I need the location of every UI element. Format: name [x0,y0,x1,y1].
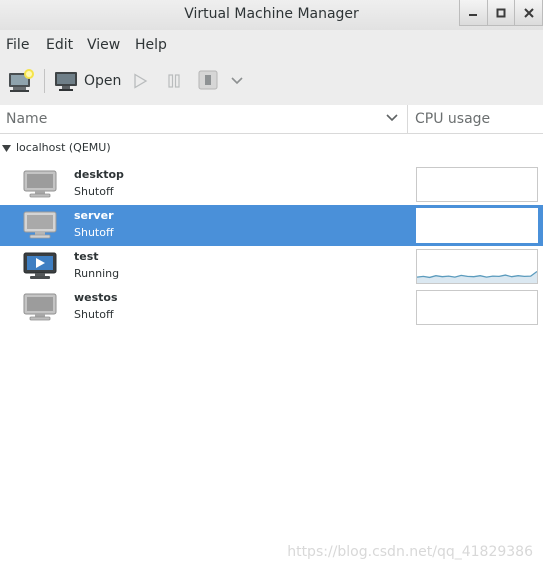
vm-name: westos [74,291,118,304]
menu-view[interactable]: View [87,37,120,53]
pause-icon [168,74,180,88]
menu-edit[interactable]: Edit [46,37,73,53]
cpu-usage-graph [416,208,538,243]
vm-status: Running [74,267,120,280]
cpu-usage-graph [416,167,538,202]
new-vm-icon [9,69,34,92]
maximize-button[interactable] [486,0,515,25]
chevron-down-icon[interactable] [386,114,398,122]
open-button[interactable]: Open [54,68,121,94]
vm-icon [23,211,57,239]
toolbar: Open [0,58,543,106]
minimize-button[interactable] [460,0,487,25]
vm-name: desktop [74,168,124,181]
connection-label: localhost (QEMU) [16,141,111,154]
vm-status: Shutoff [74,226,114,239]
close-button[interactable] [514,0,543,25]
run-button[interactable] [130,70,150,92]
vm-row-westos[interactable]: westos Shutoff [0,287,543,328]
shutdown-button[interactable] [197,69,219,91]
title-bar: Virtual Machine Manager [0,0,543,31]
cpu-area [417,271,537,283]
vm-icon [23,293,57,321]
monitor-icon [55,72,77,91]
window-controls [459,0,543,26]
cpu-usage-graph [416,249,538,284]
vm-status: Shutoff [74,308,114,321]
maximize-icon [496,8,506,17]
minimize-icon [469,13,478,16]
pause-button[interactable] [164,70,184,92]
vm-status: Shutoff [74,185,114,198]
column-cpu-usage[interactable]: CPU usage [415,111,490,127]
vm-running-icon [23,252,57,279]
menu-help[interactable]: Help [135,37,167,53]
vm-row-server[interactable]: server Shutoff [0,205,543,246]
open-label: Open [84,73,122,89]
vm-icon [23,170,57,198]
vm-name: test [74,250,99,263]
toolbar-separator [44,69,45,93]
vm-name: server [74,209,114,222]
menu-file[interactable]: File [6,37,29,53]
menu-bar: File Edit View Help [0,30,543,58]
new-vm-button[interactable] [6,67,36,95]
stop-icon [198,70,218,90]
column-name[interactable]: Name [6,111,47,127]
expander-icon[interactable] [2,144,12,153]
close-icon [523,7,534,18]
column-divider [407,105,408,133]
shutdown-menu-button[interactable] [228,72,246,90]
chevron-down-icon [231,77,243,85]
vm-row-desktop[interactable]: desktop Shutoff [0,164,543,205]
cpu-sparkline [416,270,538,283]
watermark: https://blog.csdn.net/qq_41829386 [287,544,533,560]
cpu-usage-graph [416,290,538,325]
play-icon [134,73,148,89]
vm-row-test[interactable]: test Running [0,246,543,287]
column-header: Name CPU usage [0,105,543,134]
connection-row[interactable]: localhost (QEMU) [0,140,543,158]
